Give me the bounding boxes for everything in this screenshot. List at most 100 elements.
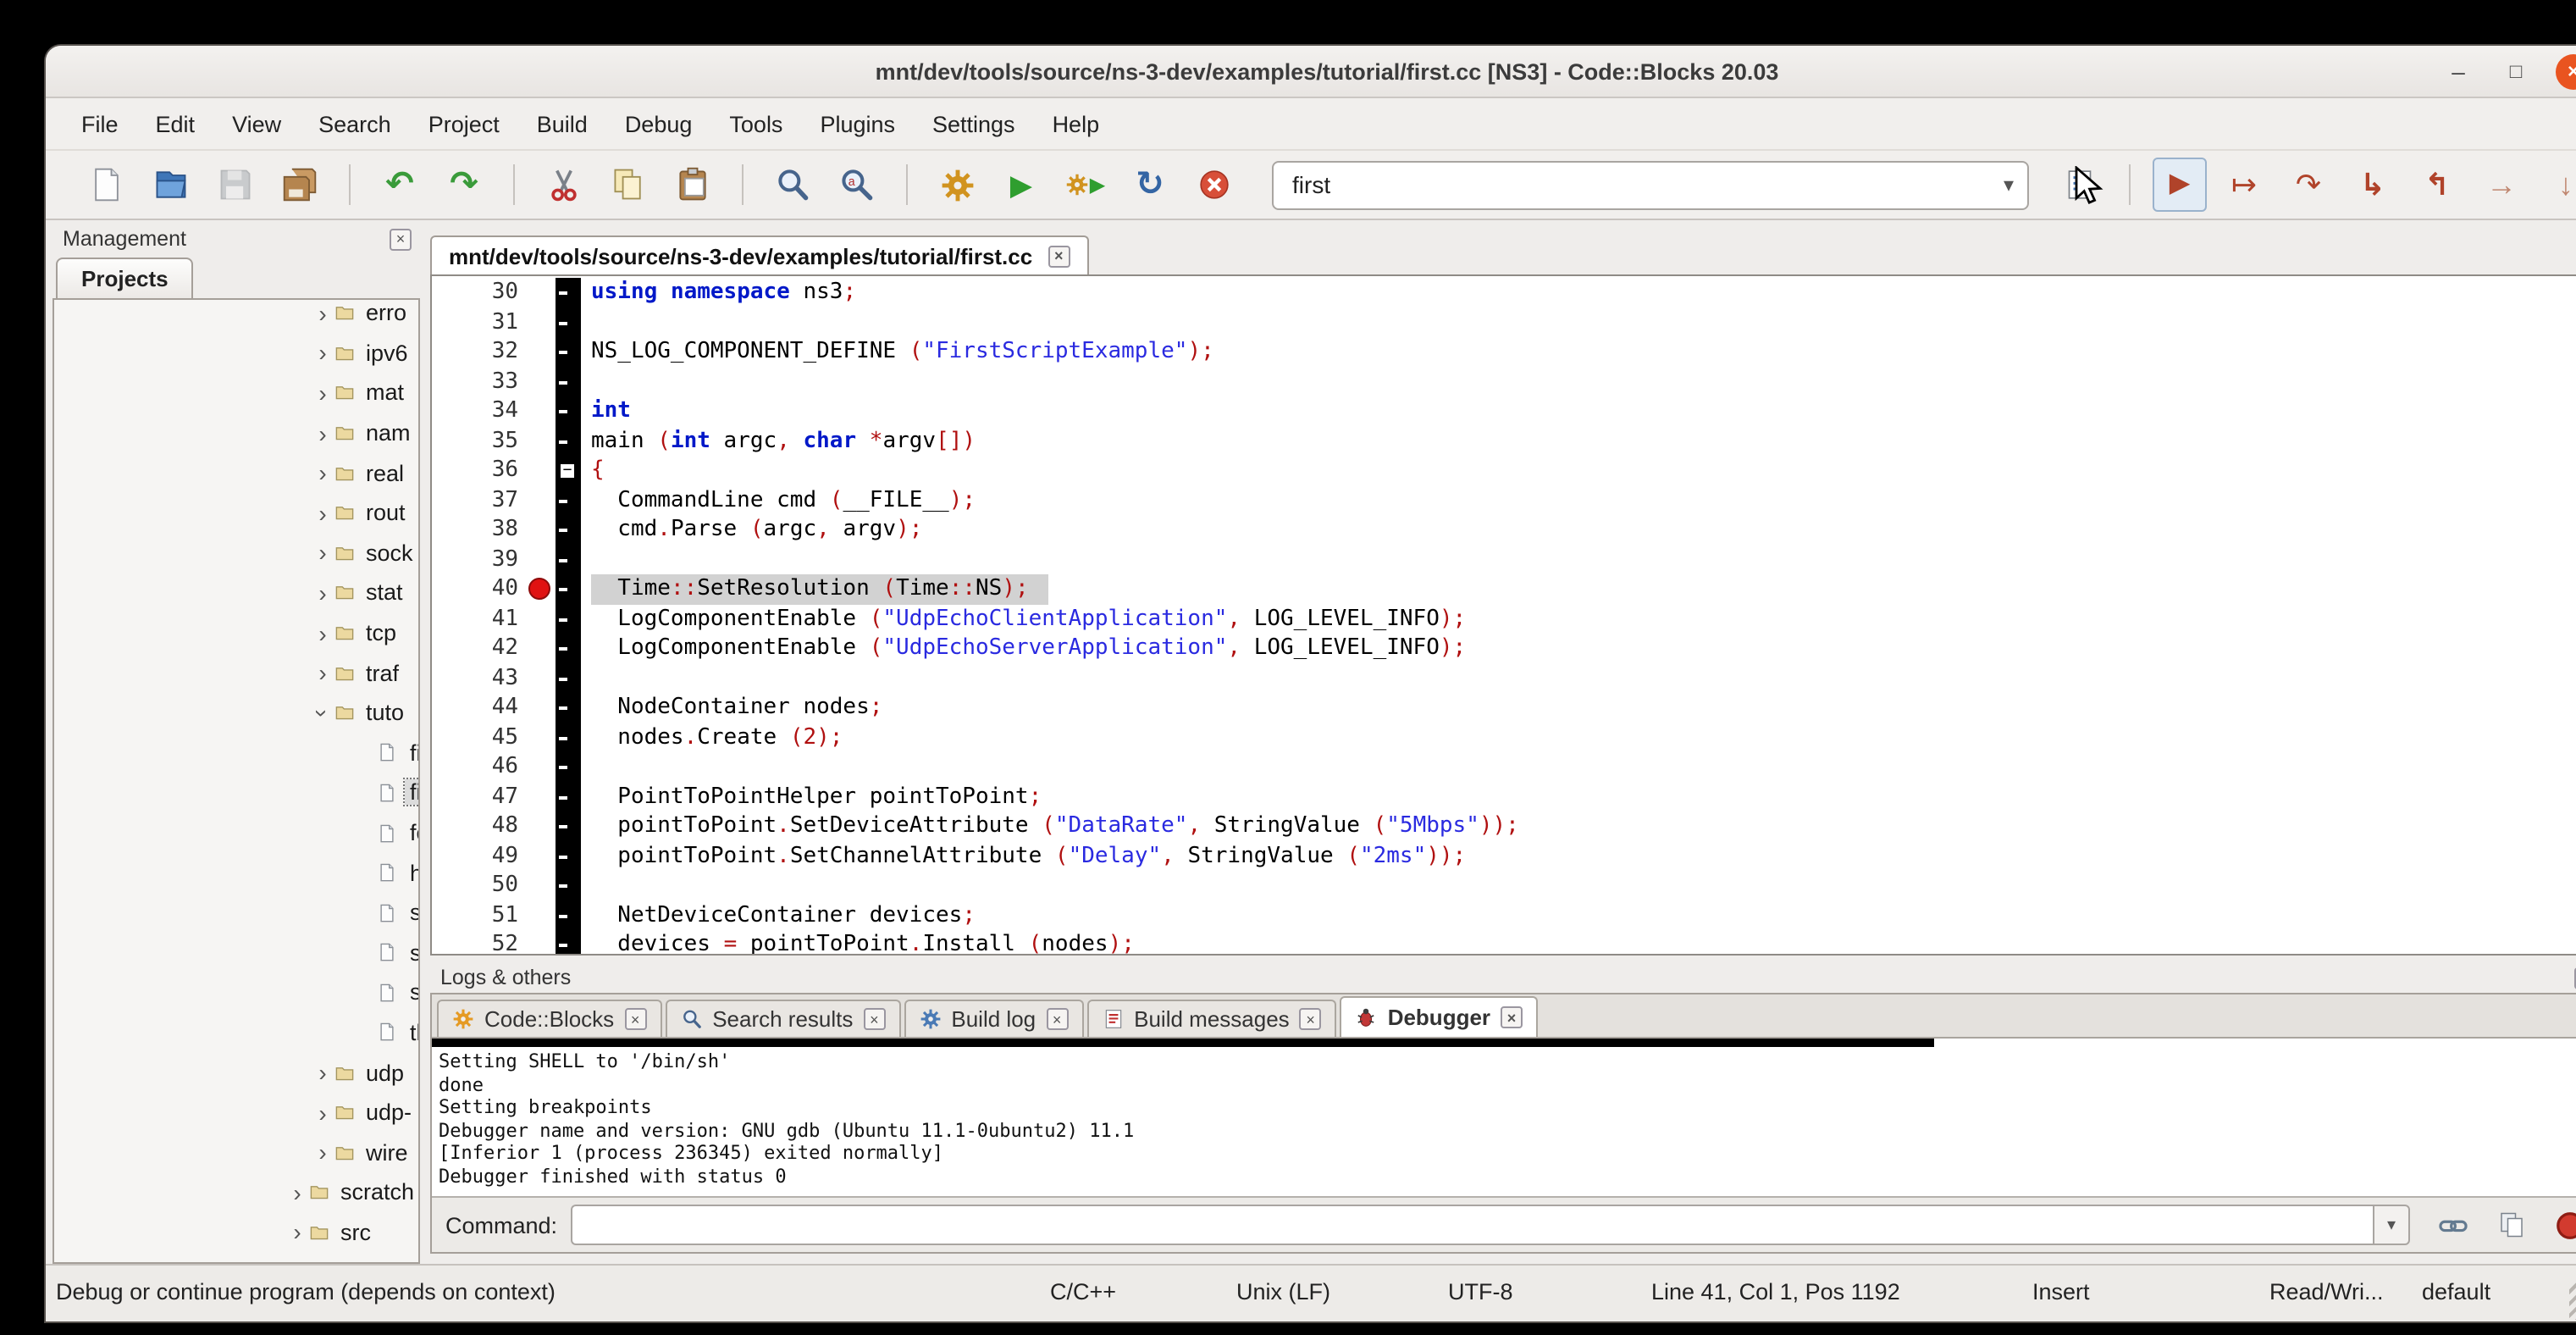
line-number[interactable]: 33	[432, 367, 527, 396]
line-number[interactable]: 46	[432, 752, 527, 782]
tab-first-cc[interactable]: mnt/dev/tools/source/ns-3-dev/examples/t…	[430, 235, 1088, 274]
tab-projects[interactable]: Projects	[56, 258, 194, 298]
line-number[interactable]: 44	[432, 693, 527, 723]
tree-item-ipv6[interactable]: ›ipv6	[54, 333, 418, 373]
next-instruction-icon[interactable]: →	[2474, 158, 2529, 212]
copy-log-icon[interactable]	[2496, 1210, 2527, 1240]
menu-settings[interactable]: Settings	[914, 104, 1034, 143]
tab-code-blocks[interactable]: Code::Blocks×	[437, 1000, 661, 1037]
tree-item-tuto[interactable]: ›tuto	[54, 693, 418, 733]
chevron-right-icon[interactable]: ›	[312, 340, 334, 367]
chevron-right-icon[interactable]: ›	[312, 500, 334, 527]
breakpoint-margin[interactable]	[527, 456, 556, 485]
rebuild-icon[interactable]: ↻	[1123, 158, 1177, 212]
breakpoint-margin[interactable]	[527, 782, 556, 812]
chevron-right-icon[interactable]: ›	[312, 419, 334, 446]
resize-grip[interactable]	[2569, 1282, 2576, 1320]
tree-item-he[interactable]: he	[54, 853, 418, 893]
new-file-icon[interactable]	[80, 158, 134, 212]
menu-edit[interactable]: Edit	[137, 104, 214, 143]
tree-item-se[interactable]: se	[54, 893, 418, 933]
line-number[interactable]: 51	[432, 900, 527, 930]
debug-continue-icon[interactable]: ▶	[2153, 158, 2207, 212]
line-number[interactable]: 50	[432, 871, 527, 900]
abort-icon[interactable]	[1187, 158, 1241, 212]
run-to-cursor-icon[interactable]: ↦	[2217, 158, 2271, 212]
link-icon[interactable]	[2437, 1209, 2469, 1241]
breakpoint-margin[interactable]	[527, 752, 556, 782]
breakpoint-margin[interactable]	[527, 930, 556, 956]
maximize-button[interactable]: □	[2498, 53, 2534, 89]
debugger-output[interactable]: Setting SHELL to '/bin/sh'doneSetting br…	[432, 1039, 2576, 1196]
breakpoint-margin[interactable]	[527, 307, 556, 337]
menu-view[interactable]: View	[213, 104, 300, 143]
build-and-run-icon[interactable]: ▶	[1059, 158, 1113, 212]
breakpoint-margin[interactable]	[527, 485, 556, 515]
chevron-right-icon[interactable]: ›	[312, 619, 334, 646]
tree-item-sock[interactable]: ›sock	[54, 533, 418, 573]
copy-icon[interactable]	[601, 158, 655, 212]
menu-file[interactable]: File	[63, 104, 137, 143]
chevron-right-icon[interactable]: ›	[312, 1139, 334, 1166]
chevron-right-icon[interactable]: ›	[312, 379, 334, 407]
step-into-icon[interactable]: ↳	[2346, 158, 2400, 212]
chevron-right-icon[interactable]: ›	[286, 1219, 308, 1246]
code-editor[interactable]: 30using namespace ns3;3132NS_LOG_COMPONE…	[430, 274, 2576, 956]
title-bar[interactable]: mnt/dev/tools/source/ns-3-dev/examples/t…	[46, 46, 2576, 98]
menu-plugins[interactable]: Plugins	[801, 104, 914, 143]
tree-item-scratch[interactable]: ›scratch	[54, 1172, 418, 1212]
save-icon[interactable]	[208, 158, 263, 212]
close-button[interactable]: ×	[2556, 53, 2576, 89]
search-input[interactable]	[1277, 171, 2004, 198]
paste-icon[interactable]	[666, 158, 720, 212]
menu-tools[interactable]: Tools	[710, 104, 801, 143]
breakpoint-margin[interactable]	[527, 871, 556, 900]
tree-item-se[interactable]: se	[54, 933, 418, 972]
command-dropdown-icon[interactable]: ▾	[2373, 1205, 2410, 1245]
line-number[interactable]: 34	[432, 396, 527, 426]
line-number[interactable]: 30	[432, 278, 527, 307]
breakpoint-margin[interactable]	[527, 367, 556, 396]
breakpoint-marker[interactable]	[528, 578, 550, 600]
tab-build-messages[interactable]: Build messages×	[1086, 1000, 1337, 1037]
close-tab-icon[interactable]: ×	[1048, 245, 1070, 267]
tree-item-rout[interactable]: ›rout	[54, 493, 418, 533]
fold-minus-icon[interactable]: −	[559, 463, 576, 479]
tree-item-wire[interactable]: ›wire	[54, 1133, 418, 1172]
close-tab-icon[interactable]: ×	[1046, 1008, 1068, 1030]
search-combo[interactable]: ▾	[1272, 160, 2029, 209]
breakpoint-margin[interactable]	[527, 574, 556, 604]
breakpoint-margin[interactable]	[527, 545, 556, 574]
breakpoint-margin[interactable]	[527, 604, 556, 634]
tree-item-erro[interactable]: ›erro	[54, 298, 418, 333]
save-all-icon[interactable]	[273, 158, 327, 212]
line-number[interactable]: 35	[432, 426, 527, 456]
close-tab-icon[interactable]: ×	[1501, 1006, 1523, 1028]
find-icon[interactable]	[766, 158, 820, 212]
tree-item-real[interactable]: ›real	[54, 453, 418, 493]
tab-debugger[interactable]: Debugger×	[1341, 996, 1538, 1037]
combo-dropdown-icon[interactable]: ▾	[2004, 173, 2014, 197]
tree-item-fir[interactable]: fir	[54, 773, 418, 812]
line-number[interactable]: 41	[432, 604, 527, 634]
chevron-right-icon[interactable]: ›	[312, 540, 334, 567]
tree-item-udp-[interactable]: ›udp-	[54, 1093, 418, 1133]
chevron-right-icon[interactable]: ›	[312, 1059, 334, 1086]
replace-icon[interactable]: a	[830, 158, 884, 212]
step-out-icon[interactable]: ↰	[2410, 158, 2464, 212]
tab-build-log[interactable]: Build log×	[904, 1000, 1083, 1037]
menu-help[interactable]: Help	[1034, 104, 1119, 143]
breakpoint-margin[interactable]	[527, 634, 556, 663]
tree-item-fo[interactable]: fo	[54, 812, 418, 852]
breakpoint-margin[interactable]	[527, 396, 556, 426]
breakpoint-margin[interactable]	[527, 841, 556, 871]
tree-item-traf[interactable]: ›traf	[54, 653, 418, 693]
tree-item-udp[interactable]: ›udp	[54, 1053, 418, 1093]
line-number[interactable]: 39	[432, 545, 527, 574]
run-icon[interactable]: ▶	[994, 158, 1048, 212]
chevron-right-icon[interactable]: ›	[286, 1179, 308, 1206]
command-input[interactable]	[571, 1205, 2373, 1245]
chevron-right-icon[interactable]: ›	[312, 1099, 334, 1126]
chevron-right-icon[interactable]: ›	[312, 300, 334, 327]
breakpoint-margin[interactable]	[527, 663, 556, 693]
